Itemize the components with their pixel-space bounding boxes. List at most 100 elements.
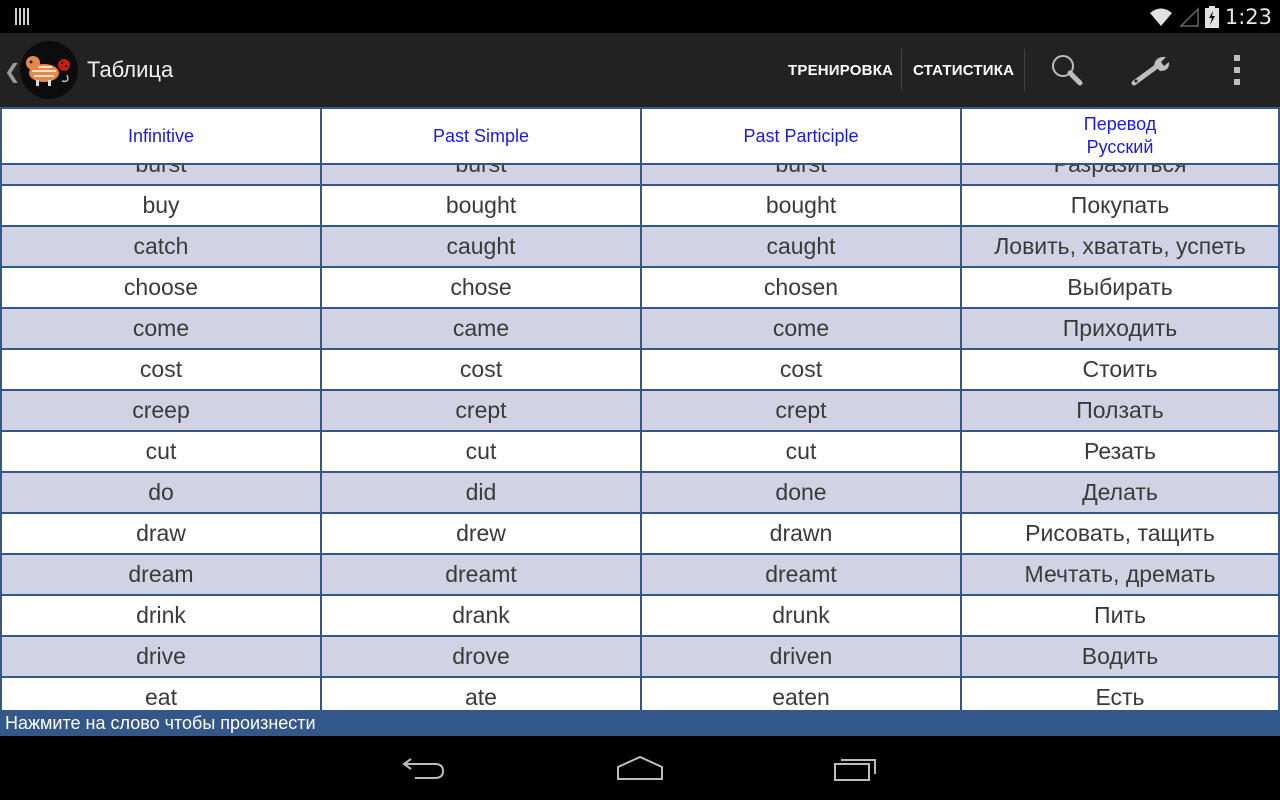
past-simple-cell[interactable]: came [320, 309, 640, 348]
translation-cell[interactable]: Ползать [960, 391, 1280, 430]
infinitive-cell[interactable]: eat [0, 678, 320, 710]
translation-cell[interactable]: Мечтать, дремать [960, 555, 1280, 594]
overflow-menu-icon [1234, 55, 1240, 85]
infinitive-cell[interactable]: dream [0, 555, 320, 594]
table-row: draw drew drawn Рисовать, тащить [0, 514, 1280, 555]
past-participle-cell[interactable]: driven [640, 637, 960, 676]
back-button[interactable] [384, 746, 464, 790]
past-simple-cell[interactable]: bought [320, 186, 640, 225]
infinitive-cell[interactable]: cut [0, 432, 320, 471]
table-row: catch caught caught Ловить, хватать, успеть [0, 227, 1280, 268]
table-header: Infinitive Past Simple Past Participle П… [0, 107, 1280, 165]
translation-cell[interactable]: Покупать [960, 186, 1280, 225]
statistics-button[interactable]: СТАТИСТИКА [913, 33, 1014, 107]
header-translation[interactable]: Перевод Русский [960, 109, 1280, 163]
past-participle-cell[interactable]: dreamt [640, 555, 960, 594]
table-row: come came come Приходить [0, 309, 1280, 350]
past-simple-cell[interactable]: cost [320, 350, 640, 389]
navigation-bar [0, 736, 1280, 800]
past-simple-cell[interactable]: caught [320, 227, 640, 266]
past-simple-cell[interactable]: drank [320, 596, 640, 635]
translation-cell[interactable]: Пить [960, 596, 1280, 635]
table-body: burstburstburstРазразитьсяbuyboughtbough… [0, 145, 1280, 710]
past-participle-cell[interactable]: drunk [640, 596, 960, 635]
recent-apps-icon [834, 759, 876, 781]
infinitive-cell[interactable]: come [0, 309, 320, 348]
past-participle-cell[interactable]: cut [640, 432, 960, 471]
past-participle-cell[interactable]: crept [640, 391, 960, 430]
screen-title: Таблица [87, 57, 174, 82]
action-divider [1024, 49, 1025, 91]
table-row: cut cut cut Резать [0, 432, 1280, 473]
past-participle-cell[interactable]: caught [640, 227, 960, 266]
past-simple-cell[interactable]: drew [320, 514, 640, 553]
infinitive-cell[interactable]: creep [0, 391, 320, 430]
translation-cell[interactable]: Ловить, хватать, успеть [960, 227, 1280, 266]
past-participle-cell[interactable]: come [640, 309, 960, 348]
back-icon [402, 758, 445, 779]
past-simple-cell[interactable]: crept [320, 391, 640, 430]
table-row: creep crept crept Ползать [0, 391, 1280, 432]
table-row: dream dreamt dreamt Мечтать, дремать [0, 555, 1280, 596]
past-participle-cell[interactable]: cost [640, 350, 960, 389]
infinitive-cell[interactable]: do [0, 473, 320, 512]
past-participle-cell[interactable]: done [640, 473, 960, 512]
past-participle-cell[interactable]: bought [640, 186, 960, 225]
home-icon [617, 755, 663, 780]
settings-button[interactable] [1122, 33, 1182, 107]
past-simple-cell[interactable]: drove [320, 637, 640, 676]
status-bar: 1:23 [0, 0, 1280, 33]
clock: 1:23 [1224, 5, 1272, 29]
home-button[interactable] [600, 746, 680, 790]
past-simple-cell[interactable]: cut [320, 432, 640, 471]
infinitive-cell[interactable]: catch [0, 227, 320, 266]
cellular-signal-icon [1179, 7, 1199, 27]
training-button[interactable]: ТРЕНИРОВКА [788, 33, 893, 107]
table-row: do did done Делать [0, 473, 1280, 514]
translation-cell[interactable]: Резать [960, 432, 1280, 471]
table-row: eat ate eaten Есть [0, 678, 1280, 710]
past-participle-cell[interactable]: chosen [640, 268, 960, 307]
header-past-participle[interactable]: Past Participle [640, 109, 960, 163]
verbs-table[interactable]: Infinitive Past Simple Past Participle П… [0, 107, 1280, 710]
recent-apps-button[interactable] [817, 746, 897, 790]
infinitive-cell[interactable]: cost [0, 350, 320, 389]
wrench-settings-icon [1131, 56, 1170, 86]
infinitive-cell[interactable]: drink [0, 596, 320, 635]
header-past-simple[interactable]: Past Simple [320, 109, 640, 163]
header-infinitive[interactable]: Infinitive [0, 109, 320, 163]
table-row: buy bought bought Покупать [0, 186, 1280, 227]
translation-cell[interactable]: Приходить [960, 309, 1280, 348]
wifi-icon [1149, 8, 1172, 26]
battery-charging-icon [1204, 6, 1219, 28]
infinitive-cell[interactable]: draw [0, 514, 320, 553]
infinitive-cell[interactable]: drive [0, 637, 320, 676]
app-logo-cat-icon[interactable] [20, 41, 78, 99]
overflow-menu-button[interactable] [1207, 33, 1267, 107]
translation-cell[interactable]: Выбирать [960, 268, 1280, 307]
infinitive-cell[interactable]: choose [0, 268, 320, 307]
translation-cell[interactable]: Рисовать, тащить [960, 514, 1280, 553]
infinitive-cell[interactable]: buy [0, 186, 320, 225]
table-row: drive drove driven Водить [0, 637, 1280, 678]
past-participle-cell[interactable]: drawn [640, 514, 960, 553]
translation-cell[interactable]: Водить [960, 637, 1280, 676]
translation-cell[interactable]: Есть [960, 678, 1280, 710]
action-bar: ❮ Таблица ТРЕНИРОВКА СТАТИСТИКА [0, 33, 1280, 107]
past-participle-cell[interactable]: eaten [640, 678, 960, 710]
table-row: choose chose chosen Выбирать [0, 268, 1280, 309]
table-row: drink drank drunk Пить [0, 596, 1280, 637]
notification-bars-icon [15, 8, 33, 25]
search-button[interactable] [1037, 33, 1097, 107]
past-simple-cell[interactable]: chose [320, 268, 640, 307]
status-icons: 1:23 [1149, 4, 1272, 30]
up-navigation-icon[interactable]: ❮ [4, 59, 21, 84]
translation-cell[interactable]: Стоить [960, 350, 1280, 389]
translation-cell[interactable]: Делать [960, 473, 1280, 512]
past-simple-cell[interactable]: dreamt [320, 555, 640, 594]
table-row: cost cost cost Стоить [0, 350, 1280, 391]
search-icon [1052, 55, 1083, 86]
past-simple-cell[interactable]: did [320, 473, 640, 512]
hint-bar: Нажмите на слово чтобы произнести [0, 710, 1280, 736]
past-simple-cell[interactable]: ate [320, 678, 640, 710]
